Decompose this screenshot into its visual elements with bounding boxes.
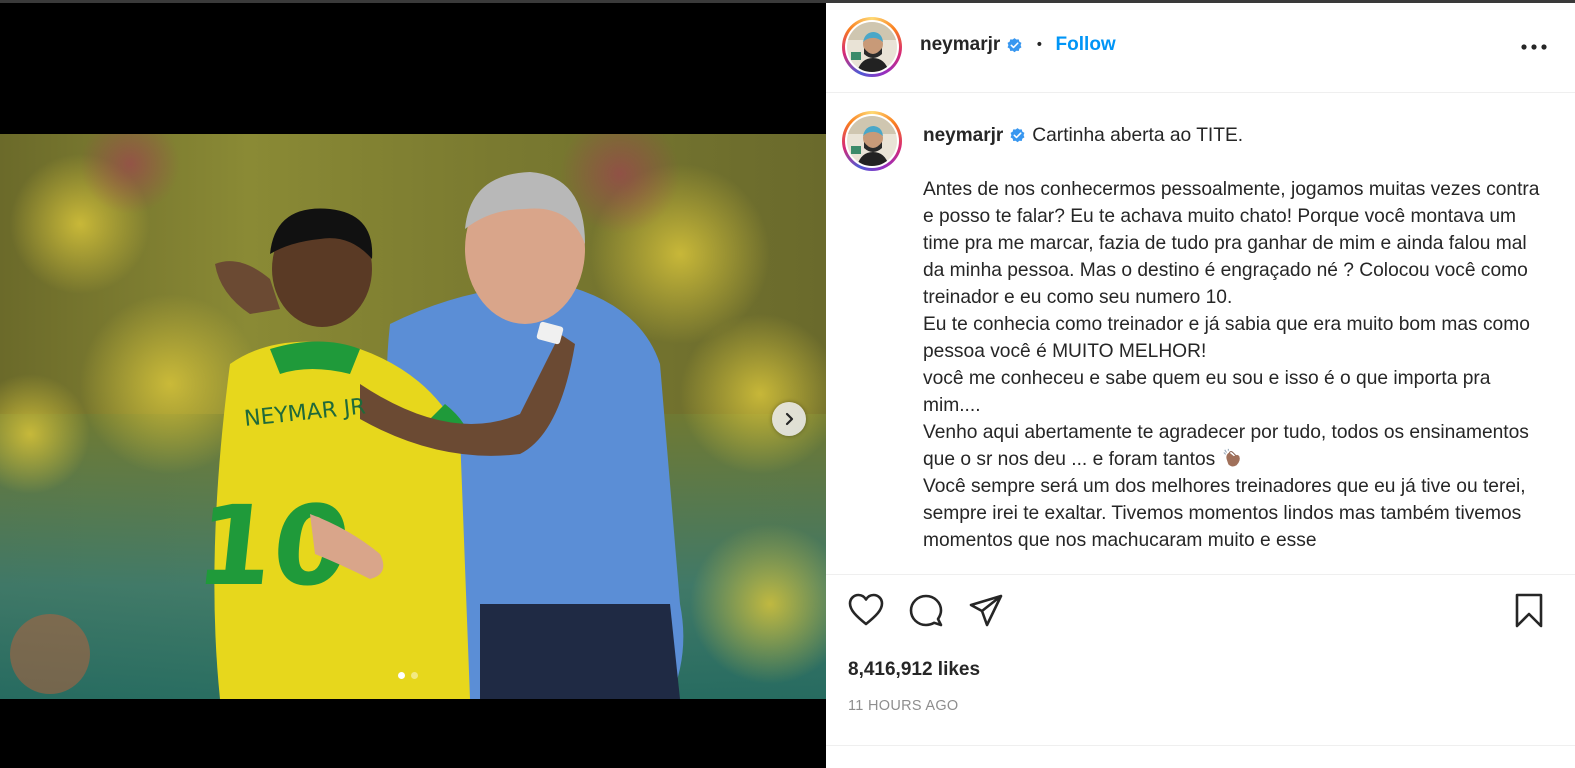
caption-title: Cartinha aberta ao TITE. [1032,125,1244,146]
verified-badge-icon [1010,128,1025,143]
caption-username[interactable]: neymarjr [923,122,1003,149]
panel-divider [826,745,1575,746]
follow-button[interactable]: Follow [1056,34,1116,56]
comment-button[interactable] [908,593,944,633]
caption-section: neymarjr Cartinha aberta ao TITE. Antes … [826,94,1575,575]
more-options-button[interactable] [1521,35,1547,54]
share-icon [969,594,1003,627]
header-avatar[interactable] [842,17,902,77]
header-user-row: neymarjr • Follow [920,34,1116,56]
caption-text: Antes de nos conhecermos pessoalmente, j… [923,176,1543,554]
more-options-icon [1521,44,1547,50]
caption-body: neymarjr Cartinha aberta ao TITE. Antes … [923,122,1543,554]
save-button[interactable] [1514,593,1544,633]
post-actions-bar [826,593,1575,633]
comment-icon [909,594,943,627]
caption-paragraph: você me conheceu e sabe quem eu sou e is… [923,368,1491,416]
post-side-panel: neymarjr • Follow neymarjr Cartinha aber… [826,3,1575,768]
bookmark-icon [1515,593,1543,628]
caption-paragraph-with-emoji: Venho aqui abertamente te agradecer por … [923,419,1543,473]
carousel-dot [411,672,418,679]
caption-paragraph: Você sempre será um dos melhores treinad… [923,476,1526,551]
heart-icon [848,593,884,626]
clapping-hands-emoji [1223,448,1240,467]
chevron-right-icon [785,412,794,426]
caption-avatar[interactable] [842,111,902,171]
like-button[interactable] [848,593,884,631]
caption-paragraph: Antes de nos conhecermos pessoalmente, j… [923,179,1540,308]
share-button[interactable] [968,593,1004,633]
header-username[interactable]: neymarjr [920,34,1000,56]
caption-first-line: neymarjr Cartinha aberta ao TITE. [923,122,1543,149]
carousel-next-button[interactable] [772,402,806,436]
post-timestamp[interactable]: 11 HOURS AGO [848,698,959,714]
carousel-dot-active [398,672,405,679]
carousel-indicator [398,672,418,679]
verified-badge-icon [1007,37,1022,52]
post-header: neymarjr • Follow [826,3,1575,93]
likes-count[interactable]: 8,416,912 likes [848,659,980,681]
post-photo: 10 NEYMAR JR [0,134,826,699]
caption-paragraph: Eu te conhecia como treinador e já sabia… [923,314,1530,362]
separator-dot: • [1035,37,1044,53]
post-media: 10 NEYMAR JR [0,3,826,768]
